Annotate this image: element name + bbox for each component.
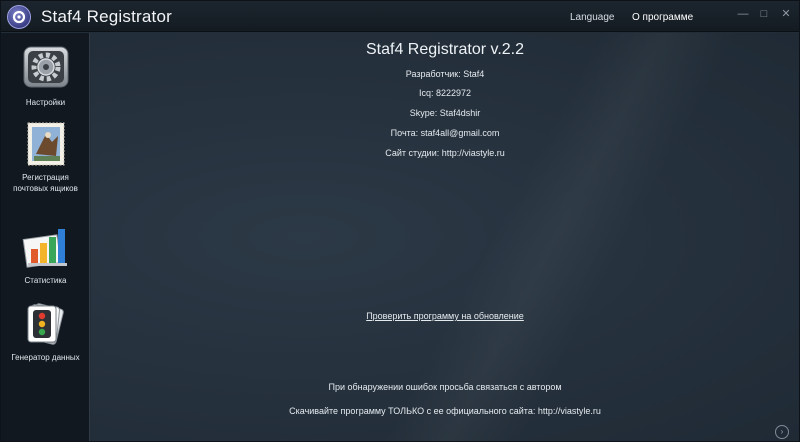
cards-generator-icon (27, 303, 64, 345)
error-notice: При обнаружении ошибок просьба связаться… (328, 382, 562, 392)
sidebar-item-label: Генератор данных (11, 353, 80, 362)
app-logo-icon (7, 5, 31, 29)
sidebar-item-label: Статистика (24, 276, 67, 285)
sidebar-item-label: Настройки (25, 98, 66, 107)
sidebar-item-statistics[interactable]: Статистика (1, 223, 90, 286)
sidebar-item-mail-registration[interactable]: Регистрация почтовых ящиков (1, 120, 90, 194)
sidebar-item-data-generator[interactable]: Генератор данных (1, 300, 90, 363)
close-icon[interactable]: ✕ (778, 7, 794, 21)
maximize-icon[interactable]: □ (756, 7, 772, 21)
check-update-link[interactable]: Проверить программу на обновление (366, 311, 524, 321)
sidebar: Настройки Регистрация почтовых ящиков Ст… (1, 33, 90, 441)
sidebar-item-settings[interactable]: Настройки (1, 45, 90, 108)
title-bar: Staf4 Registrator Language О программе —… (1, 1, 799, 32)
site-text: Сайт студии: http://viastyle.ru (385, 148, 505, 158)
sidebar-item-label: Регистрация почтовых ящиков (13, 173, 78, 193)
settings-gear-icon (23, 46, 68, 88)
about-panel: Staf4 Registrator v.2.2 Разработчик: Sta… (91, 33, 799, 441)
minimize-icon[interactable]: — (735, 7, 751, 21)
mail-stamp-icon (27, 122, 64, 166)
menu-about[interactable]: О программе (632, 12, 693, 23)
app-title: Staf4 Registrator (41, 7, 172, 26)
chevron-right-icon[interactable]: › (775, 425, 789, 439)
app-window: Staf4 Registrator Language О программе —… (0, 0, 800, 442)
download-notice: Скачивайте программу ТОЛЬКО с ее официал… (289, 406, 601, 416)
icq-text: Icq: 8222972 (418, 88, 472, 98)
email-text: Почта: staf4all@gmail.com (390, 128, 500, 138)
skype-text: Skype: Staf4dshir (409, 108, 481, 118)
bar-chart-icon (22, 229, 67, 268)
page-title: Staf4 Registrator v.2.2 (366, 41, 524, 58)
menu-language[interactable]: Language (570, 12, 615, 23)
developer-text: Разработчик: Staf4 (405, 69, 485, 79)
